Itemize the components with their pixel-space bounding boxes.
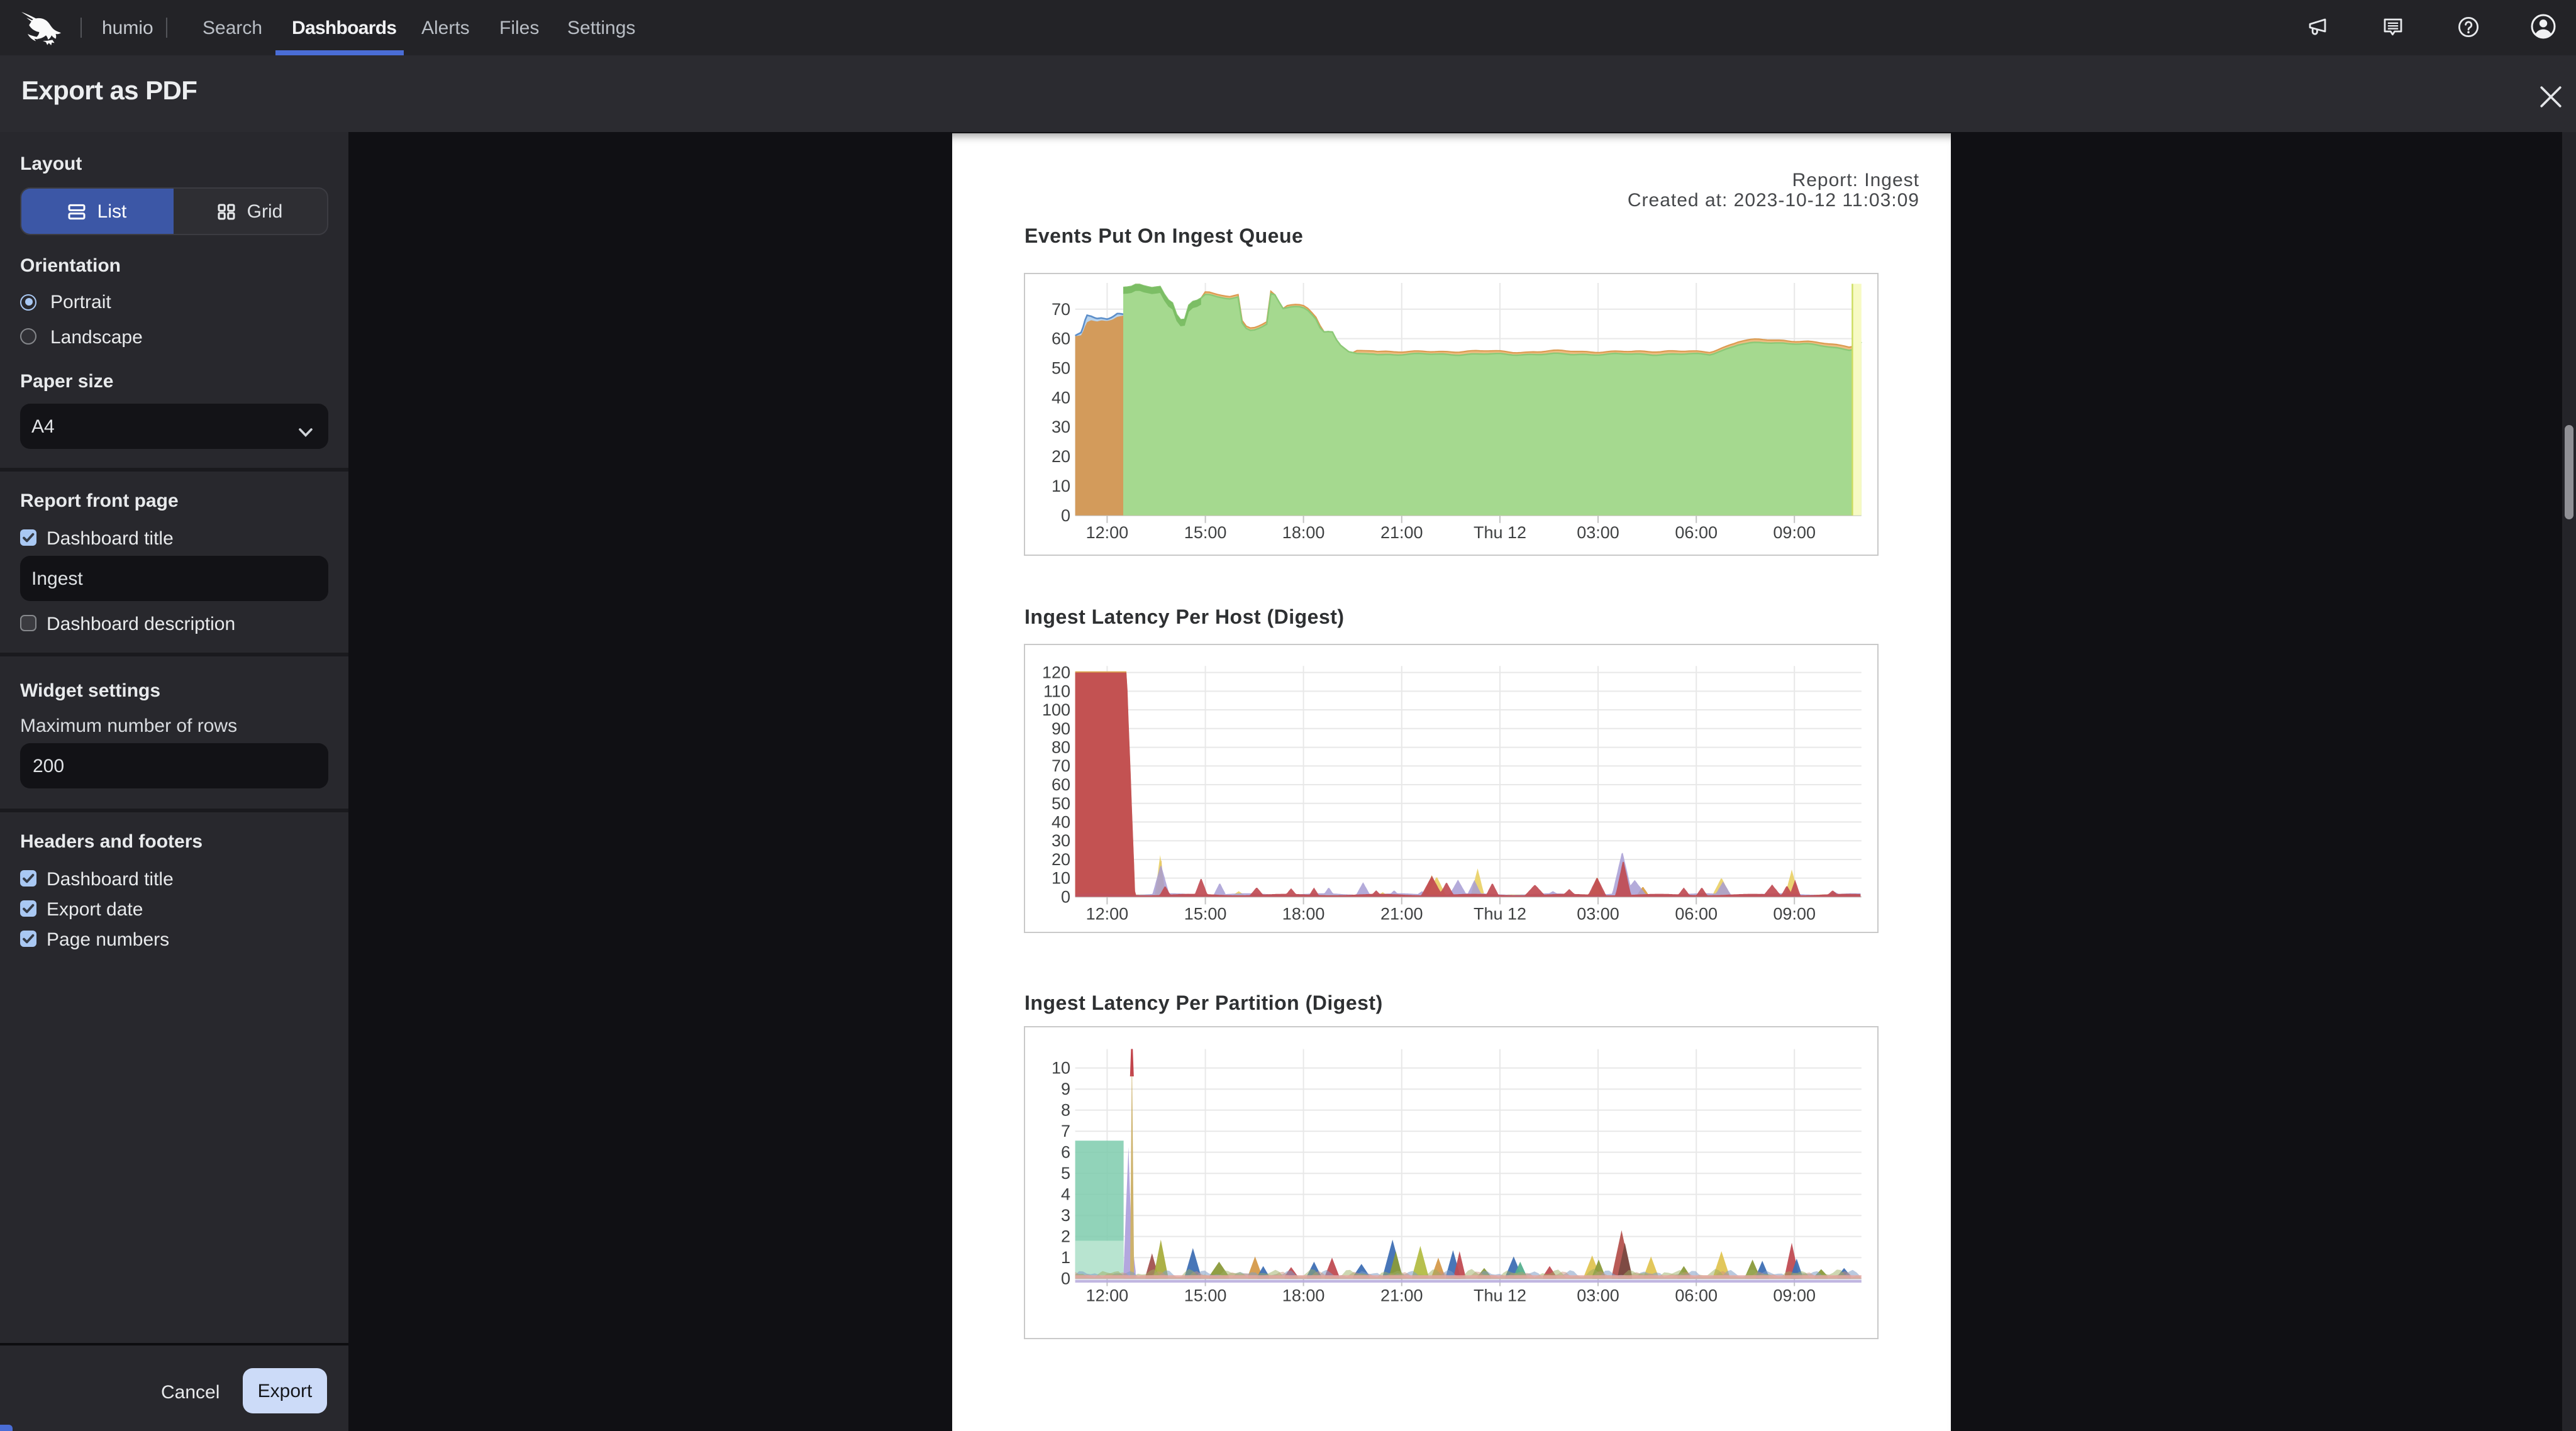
svg-text:90: 90 xyxy=(1052,719,1070,738)
svg-text:0: 0 xyxy=(1061,1269,1070,1288)
svg-text:8: 8 xyxy=(1061,1101,1070,1120)
svg-text:12:00: 12:00 xyxy=(1086,1286,1129,1305)
svg-text:18:00: 18:00 xyxy=(1282,1286,1325,1305)
svg-text:40: 40 xyxy=(1052,387,1070,406)
svg-text:03:00: 03:00 xyxy=(1577,1286,1620,1305)
svg-text:80: 80 xyxy=(1052,738,1070,756)
svg-text:06:00: 06:00 xyxy=(1675,522,1718,541)
svg-text:2: 2 xyxy=(1061,1227,1070,1246)
svg-text:21:00: 21:00 xyxy=(1381,1286,1424,1305)
svg-text:30: 30 xyxy=(1052,417,1070,436)
svg-text:06:00: 06:00 xyxy=(1675,904,1718,923)
svg-text:4: 4 xyxy=(1061,1185,1070,1204)
svg-text:6: 6 xyxy=(1061,1143,1070,1162)
svg-text:110: 110 xyxy=(1043,682,1070,700)
svg-text:60: 60 xyxy=(1052,775,1070,794)
svg-text:21:00: 21:00 xyxy=(1381,904,1424,923)
svg-text:Thu 12: Thu 12 xyxy=(1474,1286,1526,1305)
svg-text:12:00: 12:00 xyxy=(1086,522,1129,541)
svg-text:10: 10 xyxy=(1052,1059,1070,1078)
svg-text:0: 0 xyxy=(1061,506,1070,524)
svg-text:03:00: 03:00 xyxy=(1577,522,1620,541)
svg-text:15:00: 15:00 xyxy=(1184,1286,1227,1305)
svg-text:0: 0 xyxy=(1061,887,1070,906)
svg-text:1: 1 xyxy=(1061,1248,1070,1267)
svg-text:09:00: 09:00 xyxy=(1774,1286,1816,1305)
svg-text:20: 20 xyxy=(1052,446,1070,465)
svg-text:18:00: 18:00 xyxy=(1282,522,1325,541)
svg-text:Thu 12: Thu 12 xyxy=(1474,522,1526,541)
svg-text:100: 100 xyxy=(1042,700,1070,719)
svg-text:60: 60 xyxy=(1052,329,1070,348)
svg-text:3: 3 xyxy=(1061,1206,1070,1225)
svg-text:7: 7 xyxy=(1061,1122,1070,1141)
svg-text:20: 20 xyxy=(1052,850,1070,869)
svg-text:50: 50 xyxy=(1052,358,1070,377)
svg-text:50: 50 xyxy=(1052,793,1070,812)
svg-text:18:00: 18:00 xyxy=(1282,904,1325,923)
svg-text:30: 30 xyxy=(1052,831,1070,850)
svg-text:21:00: 21:00 xyxy=(1381,522,1424,541)
svg-text:70: 70 xyxy=(1052,756,1070,775)
svg-text:10: 10 xyxy=(1052,868,1070,887)
svg-text:10: 10 xyxy=(1052,476,1070,495)
svg-text:12:00: 12:00 xyxy=(1086,904,1129,923)
svg-text:15:00: 15:00 xyxy=(1184,522,1227,541)
svg-text:5: 5 xyxy=(1061,1164,1070,1183)
svg-text:40: 40 xyxy=(1052,812,1070,831)
svg-text:06:00: 06:00 xyxy=(1675,1286,1718,1305)
svg-text:70: 70 xyxy=(1052,299,1070,318)
svg-text:120: 120 xyxy=(1042,663,1070,682)
svg-text:03:00: 03:00 xyxy=(1577,904,1620,923)
svg-text:09:00: 09:00 xyxy=(1774,522,1816,541)
svg-text:09:00: 09:00 xyxy=(1774,904,1816,923)
svg-text:9: 9 xyxy=(1061,1080,1070,1098)
svg-text:Thu 12: Thu 12 xyxy=(1474,904,1526,923)
svg-text:15:00: 15:00 xyxy=(1184,904,1227,923)
